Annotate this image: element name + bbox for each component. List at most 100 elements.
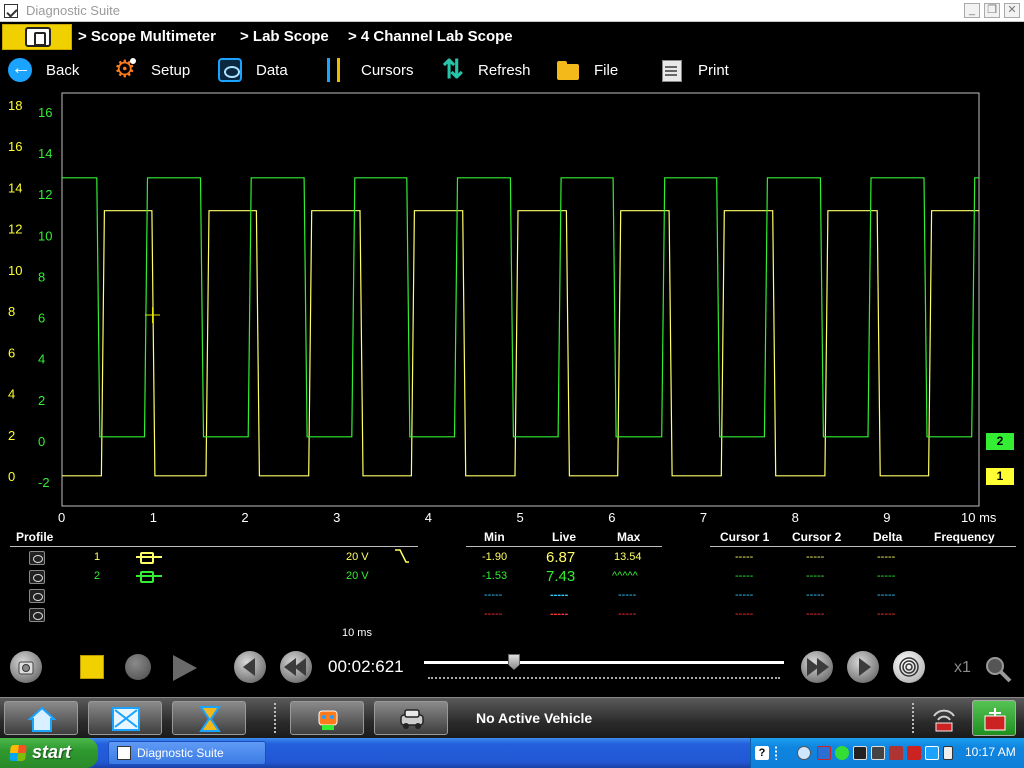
home-button[interactable] (4, 701, 78, 735)
timebase-label[interactable]: 10 ms (342, 627, 372, 639)
bluetooth-icon[interactable] (925, 746, 939, 760)
magnifier-icon[interactable] (984, 655, 1012, 683)
channel-1-scale[interactable]: 20 V (346, 551, 369, 563)
max-header: Max (617, 530, 641, 544)
probe-icon (136, 551, 168, 564)
channel-3-cursor-2: ----- (806, 589, 825, 601)
dock-separator (274, 703, 276, 733)
eye-icon[interactable] (29, 551, 45, 565)
start-button[interactable]: start (0, 738, 98, 768)
plot-frame (61, 92, 980, 507)
channel-3-cursor-1: ----- (735, 589, 754, 601)
security-icon[interactable] (907, 746, 921, 760)
snapshot-button[interactable] (10, 651, 42, 683)
channel-1-tick-label: 10 (8, 263, 22, 278)
breadcrumb-lab-scope[interactable]: > Lab Scope (240, 28, 329, 45)
channel-1-tick-label: 0 (8, 469, 15, 484)
eye-icon[interactable] (29, 570, 45, 584)
display-icon[interactable] (853, 746, 867, 760)
minimize-button[interactable]: _ (964, 3, 980, 18)
eye-icon[interactable] (29, 608, 45, 622)
playback-slider-thumb[interactable] (508, 654, 520, 670)
home-icon (27, 706, 57, 732)
fingerprint-button[interactable] (893, 651, 925, 683)
print-button[interactable]: Print (660, 58, 740, 84)
tray-arrow-icon[interactable] (775, 746, 785, 760)
profile-divider (10, 546, 418, 547)
playback-slider-ticks (428, 676, 780, 679)
usb-connection-button[interactable] (972, 700, 1016, 736)
cursors-button[interactable]: Cursors (322, 58, 422, 84)
network-icon[interactable] (817, 746, 831, 760)
channel-1-max: 13.54 (614, 551, 642, 563)
channel-2-marker[interactable]: 2 (986, 433, 1014, 450)
tools-button[interactable] (172, 701, 246, 735)
eye-icon[interactable] (29, 589, 45, 603)
channel-2-max: ^^^^^ (612, 570, 638, 582)
battery-icon[interactable] (943, 746, 953, 760)
vehicle-icon (400, 709, 424, 729)
app-icon (117, 746, 131, 760)
taskbar-diagnostic-suite[interactable]: Diagnostic Suite (108, 741, 266, 765)
record-button[interactable] (125, 654, 151, 680)
breadcrumb: > Scope Multimeter > Lab Scope > 4 Chann… (0, 23, 1024, 51)
data-label: Data (256, 62, 288, 79)
refresh-icon (440, 54, 464, 85)
back-button[interactable]: Back (8, 57, 88, 84)
channel-2-scale[interactable]: 20 V (346, 570, 369, 582)
data-button[interactable]: Data (218, 58, 294, 84)
channel-1-trace (62, 210, 979, 477)
refresh-button[interactable]: Refresh (440, 54, 540, 85)
cursor-1-header: Cursor 1 (720, 530, 770, 544)
playback-slider-track[interactable] (424, 661, 784, 664)
help-icon[interactable]: ? (755, 746, 769, 760)
channel-2-cursor-2: ----- (806, 570, 825, 582)
channel-3-delta: ----- (877, 589, 896, 601)
cursors-label: Cursors (361, 62, 414, 79)
folder-icon (556, 58, 580, 82)
breadcrumb-scope-multimeter[interactable]: > Scope Multimeter (78, 28, 216, 45)
guided-component-test-button[interactable] (290, 701, 364, 735)
status-green-icon[interactable] (835, 746, 849, 760)
channel-4-delta: ----- (877, 608, 896, 620)
skip-back-button[interactable] (280, 651, 312, 683)
vehicle-button[interactable] (374, 701, 448, 735)
antivirus-icon[interactable] (889, 746, 903, 760)
time-tick-label: 2 (241, 510, 248, 525)
time-tick-label: 3 (333, 510, 340, 525)
file-button[interactable]: File (556, 58, 626, 84)
hourglass-icon (199, 706, 221, 732)
setup-button[interactable]: Setup (112, 55, 198, 84)
delta-header: Delta (873, 530, 903, 544)
stop-button[interactable] (80, 655, 104, 679)
trigger-slope-icon[interactable] (394, 548, 410, 564)
collapse-tray-icon[interactable] (797, 746, 811, 760)
scope-chart[interactable]: 181614121086420 1614121086420-2 01234567… (0, 92, 1024, 528)
keyboard-icon[interactable] (871, 746, 885, 760)
channel-1-tick-label: 4 (8, 387, 15, 402)
channel-2-trace (62, 177, 979, 438)
scope-multimeter-logo[interactable] (2, 24, 72, 50)
channel-1-marker[interactable]: 1 (986, 468, 1014, 485)
vehicle-status: No Active Vehicle (476, 710, 593, 726)
crosshair-cursor (145, 307, 160, 323)
usb-icon (984, 708, 1006, 731)
windows-logo-icon (9, 745, 27, 761)
lab-scope-display[interactable]: 18 16 14 12 10 8 6 4 2 0 16 14 12 10 8 6 4 2 0 -2 01234567… (0, 92, 1024, 528)
restore-button[interactable]: ❐ (984, 3, 1000, 18)
file-label: File (594, 62, 619, 79)
scope-multimeter-button[interactable] (88, 701, 162, 735)
step-forward-button[interactable] (847, 651, 879, 683)
wireless-icon[interactable] (928, 704, 960, 734)
close-button[interactable]: ✕ (1004, 3, 1020, 18)
channel-2-tick-label: 0 (38, 434, 45, 449)
step-back-button[interactable] (234, 651, 266, 683)
back-arrow-icon (8, 57, 32, 82)
channel-2-min: -1.53 (482, 570, 508, 582)
play-button[interactable] (173, 655, 197, 681)
skip-forward-button[interactable] (801, 651, 833, 683)
channel-2-tick-label: 14 (38, 146, 52, 161)
time-tick-label: 10 ms (961, 510, 997, 525)
toolbar: Back Setup Data Cursors Refresh File Pri… (0, 52, 1024, 90)
time-tick-label: 1 (150, 510, 157, 525)
